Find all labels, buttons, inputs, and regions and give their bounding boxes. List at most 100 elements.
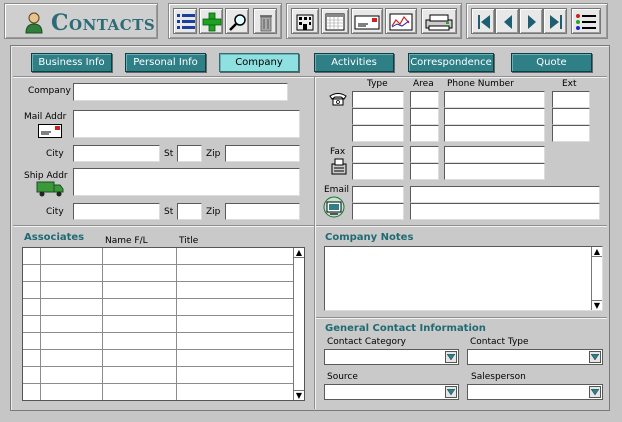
source-select[interactable] [324, 384, 459, 400]
salesperson-select[interactable] [467, 384, 603, 400]
table-row [23, 349, 293, 350]
phone-ext-field-1[interactable] [552, 91, 590, 108]
mail-state-field[interactable] [177, 145, 202, 162]
associates-title-header: Title [179, 236, 199, 246]
scroll-up-icon[interactable]: ▲ [592, 247, 602, 257]
table-row [23, 366, 293, 367]
tab-company[interactable]: Company [219, 53, 299, 72]
fax-number-field[interactable] [444, 146, 545, 163]
phone-area-field-2[interactable] [410, 108, 439, 125]
associates-scrollbar[interactable]: ▲ ▼ [293, 248, 304, 400]
building-icon [296, 14, 314, 31]
mail-zip-field[interactable] [225, 145, 300, 162]
phone-area-field-1[interactable] [410, 91, 439, 108]
ship-state-label: St [164, 207, 174, 217]
menu-list-button[interactable] [571, 8, 601, 34]
mail-addr-field[interactable] [73, 110, 300, 138]
right-section-divider-2 [316, 317, 607, 319]
associates-name-header: Name F/L [105, 236, 148, 246]
mail-city-label: City [46, 149, 64, 159]
chevron-down-icon[interactable] [445, 351, 457, 363]
print-icon [425, 14, 453, 31]
company-field[interactable] [73, 83, 288, 101]
toolbar-group-navigation [466, 3, 608, 39]
envelope-icon [354, 15, 380, 30]
toolbar-group-views [286, 3, 462, 39]
table-row [23, 281, 293, 282]
phone-type-field-2[interactable] [352, 108, 404, 125]
tab-correspondence[interactable]: Correspondence [408, 53, 494, 72]
find-button[interactable] [225, 8, 249, 34]
fax-type-field[interactable] [352, 146, 404, 163]
scroll-down-icon[interactable]: ▼ [592, 300, 602, 310]
list-view-button[interactable] [173, 8, 197, 34]
chevron-down-icon[interactable] [445, 386, 457, 398]
ship-city-field[interactable] [73, 203, 160, 220]
phone-ext-field-2[interactable] [552, 108, 590, 125]
add-record-button[interactable] [199, 8, 223, 34]
phone-number-field-1[interactable] [444, 91, 545, 108]
table-row [23, 264, 293, 265]
chevron-down-icon[interactable] [589, 386, 601, 398]
tab-divider [13, 76, 607, 78]
associates-col-divider-3 [176, 248, 177, 400]
scroll-up-icon[interactable]: ▲ [294, 248, 304, 258]
phone-type-field-3[interactable] [352, 125, 404, 142]
last-record-button[interactable] [543, 8, 567, 34]
email-icon [323, 196, 345, 218]
print-button[interactable] [421, 8, 457, 34]
tab-quote[interactable]: Quote [511, 53, 592, 72]
phone-type-field-1[interactable] [352, 91, 404, 108]
fax-area-field[interactable] [410, 146, 439, 163]
ship-zip-field[interactable] [225, 203, 300, 220]
scroll-down-icon[interactable]: ▼ [294, 390, 304, 400]
table-row [23, 315, 293, 316]
phone-area-header: Area [413, 79, 434, 89]
associates-col-divider-1 [40, 248, 41, 400]
mail-addr-label: Mail Addr [24, 112, 67, 122]
associates-grid[interactable]: ▲ ▼ [22, 247, 305, 401]
phone-number-field-3[interactable] [444, 125, 545, 142]
mail-button[interactable] [351, 8, 383, 34]
mail-zip-label: Zip [206, 149, 221, 159]
ship-state-field[interactable] [177, 203, 202, 220]
fax-type-field-2[interactable] [352, 163, 404, 180]
right-section-divider-1 [316, 225, 607, 227]
previous-record-button[interactable] [495, 8, 519, 34]
last-record-icon [550, 15, 562, 29]
phone-area-field-3[interactable] [410, 125, 439, 142]
company-notes-field[interactable]: ▲ ▼ [324, 246, 603, 311]
chevron-down-icon[interactable] [589, 351, 601, 363]
tab-personal-info[interactable]: Personal Info [125, 53, 206, 72]
contact-category-label: Contact Category [327, 337, 406, 347]
truck-icon [36, 181, 64, 197]
mail-city-field[interactable] [73, 145, 160, 162]
tab-business-info[interactable]: Business Info [31, 53, 112, 72]
phone-ext-header: Ext [562, 79, 577, 89]
phone-number-header: Phone Number [447, 79, 514, 89]
tab-activities[interactable]: Activities [314, 53, 394, 72]
contact-type-select[interactable] [467, 349, 603, 365]
email-address-field-2[interactable] [410, 203, 600, 220]
email-type-field[interactable] [352, 186, 404, 203]
fax-area-field-2[interactable] [410, 163, 439, 180]
first-record-icon [478, 15, 490, 29]
report-button[interactable] [385, 8, 417, 34]
phone-ext-field-3[interactable] [552, 125, 590, 142]
contact-category-select[interactable] [324, 349, 459, 365]
first-record-button[interactable] [471, 8, 495, 34]
ship-addr-field[interactable] [73, 168, 300, 196]
email-address-field[interactable] [410, 186, 600, 203]
previous-record-icon [504, 15, 512, 29]
calendar-button[interactable] [321, 8, 349, 34]
fax-number-field-2[interactable] [444, 163, 545, 180]
delete-record-button[interactable] [253, 8, 277, 34]
notes-scrollbar[interactable]: ▲ ▼ [591, 247, 602, 310]
app-title: Contacts [51, 10, 156, 36]
email-type-field-2[interactable] [352, 203, 404, 220]
next-record-button[interactable] [519, 8, 543, 34]
phone-number-field-2[interactable] [444, 108, 545, 125]
center-divider [314, 77, 316, 409]
company-view-button[interactable] [291, 8, 319, 34]
ship-zip-label: Zip [206, 207, 221, 217]
